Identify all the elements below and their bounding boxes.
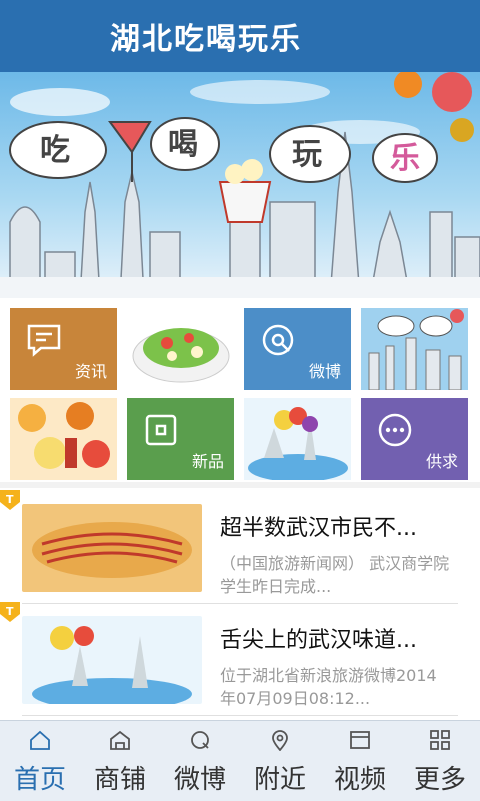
city-banner-image [368,309,464,390]
category-grid: 资讯 微博 新品 供求 [0,298,480,482]
tab-label: 首页 [13,765,66,795]
tile-food-collage[interactable] [10,398,117,480]
tile-city-photo[interactable] [361,308,468,390]
video-icon [350,731,370,749]
banner-illustration: 吃 喝 玩 乐 [0,72,480,298]
list-item[interactable]: T 舌尖上的武汉味道... 位于湖北省新浪旅游微博2014年07月09日08:1… [0,602,480,716]
travel-image [248,407,348,480]
food-collage-image [18,402,110,469]
banner-letter-2: 喝 [168,127,198,162]
tile-label: 微博 [308,362,341,381]
tab-weibo[interactable]: 微博 [160,721,240,801]
tab-more[interactable]: 更多 [400,721,480,801]
tab-label: 视频 [333,765,386,795]
news-thumbnail [22,616,202,704]
tile-salad-photo[interactable] [127,308,234,390]
list-item[interactable]: T 超半数武汉市民不... （中国旅游新闻网） 武汉商学院学生昨日完成... [0,490,480,604]
weibo-icon [262,324,294,356]
tile-travel-photo[interactable] [244,398,351,480]
tab-nearby[interactable]: 附近 [240,721,320,801]
tab-label: 附近 [253,765,306,795]
svg-text:T: T [6,605,14,618]
divider [22,715,458,716]
top-tag-icon: T [0,602,20,622]
bottom-tab-bar: 首页 商铺 微博 附近 视频 更多 [0,720,480,801]
banner-letter-3: 玩 [292,137,322,172]
tile-label: 供求 [425,452,458,471]
app-header: 湖北吃喝玩乐 [0,0,480,72]
tab-shops[interactable]: 商铺 [80,721,160,801]
more-icon [378,413,412,447]
tab-label: 商铺 [93,765,146,795]
square-icon [145,414,177,446]
tile-new-products[interactable]: 新品 [127,398,234,480]
tab-label: 更多 [413,765,466,795]
home-icon [30,730,50,750]
news-title: 超半数武汉市民不... [220,516,417,541]
news-list: T 超半数武汉市民不... （中国旅游新闻网） 武汉商学院学生昨日完成... T [0,488,480,720]
banner-carousel[interactable]: 吃 喝 玩 乐 [0,72,480,298]
news-description: 位于湖北省新浪旅游微博2014年07月09日08:12... [220,666,437,708]
svg-text:T: T [6,493,14,506]
tile-news[interactable]: 资讯 [10,308,117,390]
tab-home[interactable]: 首页 [0,721,80,801]
app-title: 湖北吃喝玩乐 [110,22,302,57]
banner-letter-4: 乐 [390,141,420,176]
grid-icon [430,730,450,750]
banner-letter-1: 吃 [40,133,70,168]
shop-icon [110,730,130,750]
tab-label: 微博 [173,765,226,795]
tab-video[interactable]: 视频 [320,721,400,801]
tile-label: 新品 [191,452,224,471]
salad-image [132,328,230,383]
news-thumbnail [22,504,202,592]
news-title: 舌尖上的武汉味道... [220,628,417,653]
top-tag-icon: T [0,490,20,510]
news-description: （中国旅游新闻网） 武汉商学院学生昨日完成... [220,554,450,596]
tile-label: 资讯 [74,362,107,381]
weibo-icon [191,731,209,749]
chat-icon [27,324,61,357]
location-icon [272,730,288,751]
tile-weibo[interactable]: 微博 [244,308,351,390]
tile-supply-demand[interactable]: 供求 [361,398,468,480]
